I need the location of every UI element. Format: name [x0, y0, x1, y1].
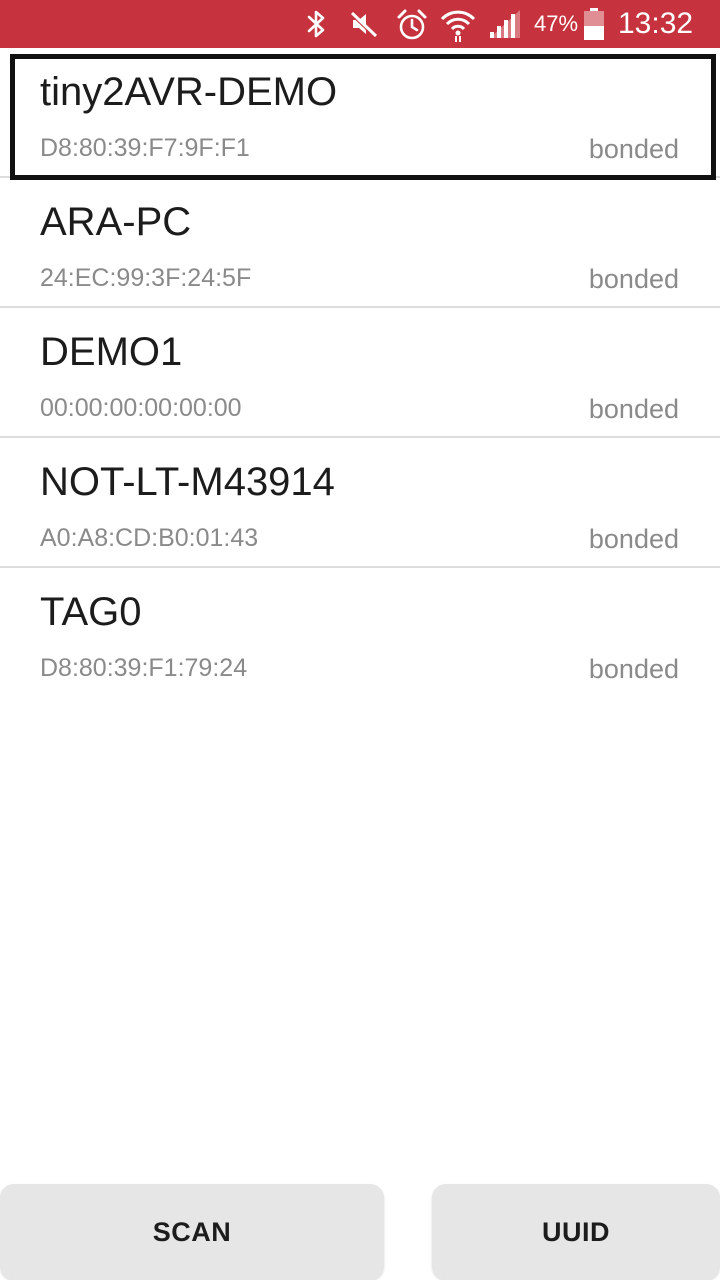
device-item[interactable]: ARA-PC 24:EC:99:3F:24:5F bonded: [0, 178, 720, 308]
device-address: D8:80:39:F1:79:24: [40, 654, 248, 682]
device-item[interactable]: tiny2AVR-DEMO D8:80:39:F7:9F:F1 bonded: [0, 48, 720, 180]
device-bond-state: bonded: [588, 134, 679, 164]
clock: 13:32: [618, 7, 694, 40]
bluetooth-icon: [302, 8, 330, 40]
battery-icon: [583, 8, 605, 40]
device-name: tiny2AVR-DEMO: [40, 70, 338, 114]
device-list: tiny2AVR-DEMO D8:80:39:F7:9F:F1 bonded A…: [0, 48, 720, 698]
mute-icon: [348, 8, 380, 40]
battery-percent: 47%: [534, 11, 579, 36]
device-item[interactable]: NOT-LT-M43914 A0:A8:CD:B0:01:43 bonded: [0, 438, 720, 568]
device-address: A0:A8:CD:B0:01:43: [40, 524, 259, 552]
device-name: ARA-PC: [40, 200, 192, 244]
device-address: 24:EC:99:3F:24:5F: [40, 264, 252, 292]
device-name: DEMO1: [40, 330, 183, 374]
device-item[interactable]: TAG0 D8:80:39:F1:79:24 bonded: [0, 568, 720, 698]
device-item[interactable]: DEMO1 00:00:00:00:00:00 bonded: [0, 308, 720, 438]
signal-icon: [488, 8, 522, 40]
device-name: TAG0: [40, 590, 142, 634]
alarm-icon: [395, 8, 429, 40]
device-address: 00:00:00:00:00:00: [40, 394, 242, 422]
device-bond-state: bonded: [588, 394, 679, 424]
device-bond-state: bonded: [588, 524, 679, 554]
device-bond-state: bonded: [588, 654, 679, 684]
wifi-icon: [440, 8, 476, 42]
device-address: D8:80:39:F7:9F:F1: [40, 134, 250, 162]
uuid-button[interactable]: UUID: [432, 1184, 720, 1280]
device-name: NOT-LT-M43914: [40, 460, 335, 504]
status-bar: 47% 13:32: [0, 0, 720, 48]
scan-button[interactable]: SCAN: [0, 1184, 384, 1280]
device-bond-state: bonded: [588, 264, 679, 294]
